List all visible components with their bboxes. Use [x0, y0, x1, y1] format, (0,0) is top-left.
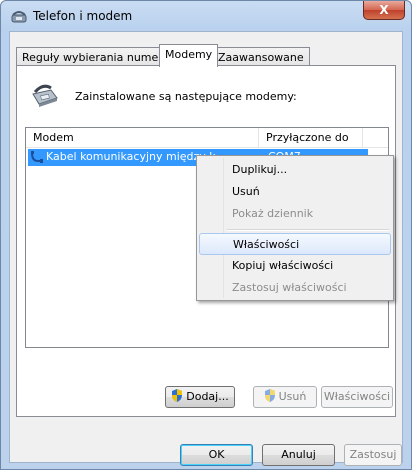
tab-dialing-rules[interactable]: Reguły wybierania numeru: [16, 47, 176, 67]
modem-cable-icon: [31, 151, 43, 163]
menu-item-label: Zastosuj właściwości: [232, 281, 347, 294]
column-header-modem[interactable]: Modem: [33, 131, 74, 144]
title-bar[interactable]: Telefon i modem X: [1, 1, 411, 31]
ok-button[interactable]: OK: [180, 444, 253, 466]
tab-modems[interactable]: Modemy: [159, 44, 219, 67]
uac-shield-icon: [172, 389, 183, 402]
menu-item-show-log[interactable]: Pokaż dziennik: [199, 203, 391, 225]
column-header-port[interactable]: Przyłączone do: [266, 131, 349, 144]
telephone-icon: [11, 11, 27, 23]
menu-item-properties[interactable]: Właściwości: [199, 233, 391, 255]
column-divider[interactable]: [362, 128, 363, 147]
menu-item-copy-properties[interactable]: Kopiuj właściwości: [199, 255, 391, 277]
apply-button[interactable]: Zastosuj: [344, 444, 402, 466]
add-button[interactable]: Dodaj...: [165, 386, 235, 408]
context-menu: Duplikuj... Usuń Pokaż dziennik Właściwo…: [196, 155, 394, 301]
properties-button[interactable]: Właściwości: [321, 386, 393, 408]
menu-item-duplicate[interactable]: Duplikuj...: [199, 159, 391, 181]
close-button[interactable]: X: [363, 1, 405, 20]
menu-item-label: Usuń: [232, 185, 260, 198]
menu-item-label: Pokaż dziennik: [232, 207, 314, 220]
uac-shield-icon: [264, 389, 275, 402]
modems-heading: Zainstalowane są następujące modemy:: [75, 90, 297, 103]
menu-item-remove[interactable]: Usuń: [199, 181, 391, 203]
menu-item-label: Duplikuj...: [232, 163, 288, 176]
menu-separator: [227, 229, 389, 231]
column-divider[interactable]: [258, 128, 259, 147]
menu-item-label: Właściwości: [233, 238, 300, 251]
remove-button[interactable]: Usuń: [253, 386, 317, 408]
remove-button-label: Usuń: [278, 390, 307, 403]
add-button-label: Dodaj...: [186, 390, 229, 403]
menu-item-apply-properties[interactable]: Zastosuj właściwości: [199, 277, 391, 299]
telephone-modem-icon: [32, 84, 58, 107]
modem-name: Kabel komunikacyjny między k: [46, 150, 216, 163]
window-title: Telefon i modem: [33, 9, 133, 23]
tab-advanced[interactable]: Zaawansowane: [212, 47, 310, 67]
cancel-button[interactable]: Anuluj: [262, 444, 335, 466]
menu-item-label: Kopiuj właściwości: [232, 259, 334, 272]
list-header: Modem Przyłączone do: [26, 128, 388, 148]
